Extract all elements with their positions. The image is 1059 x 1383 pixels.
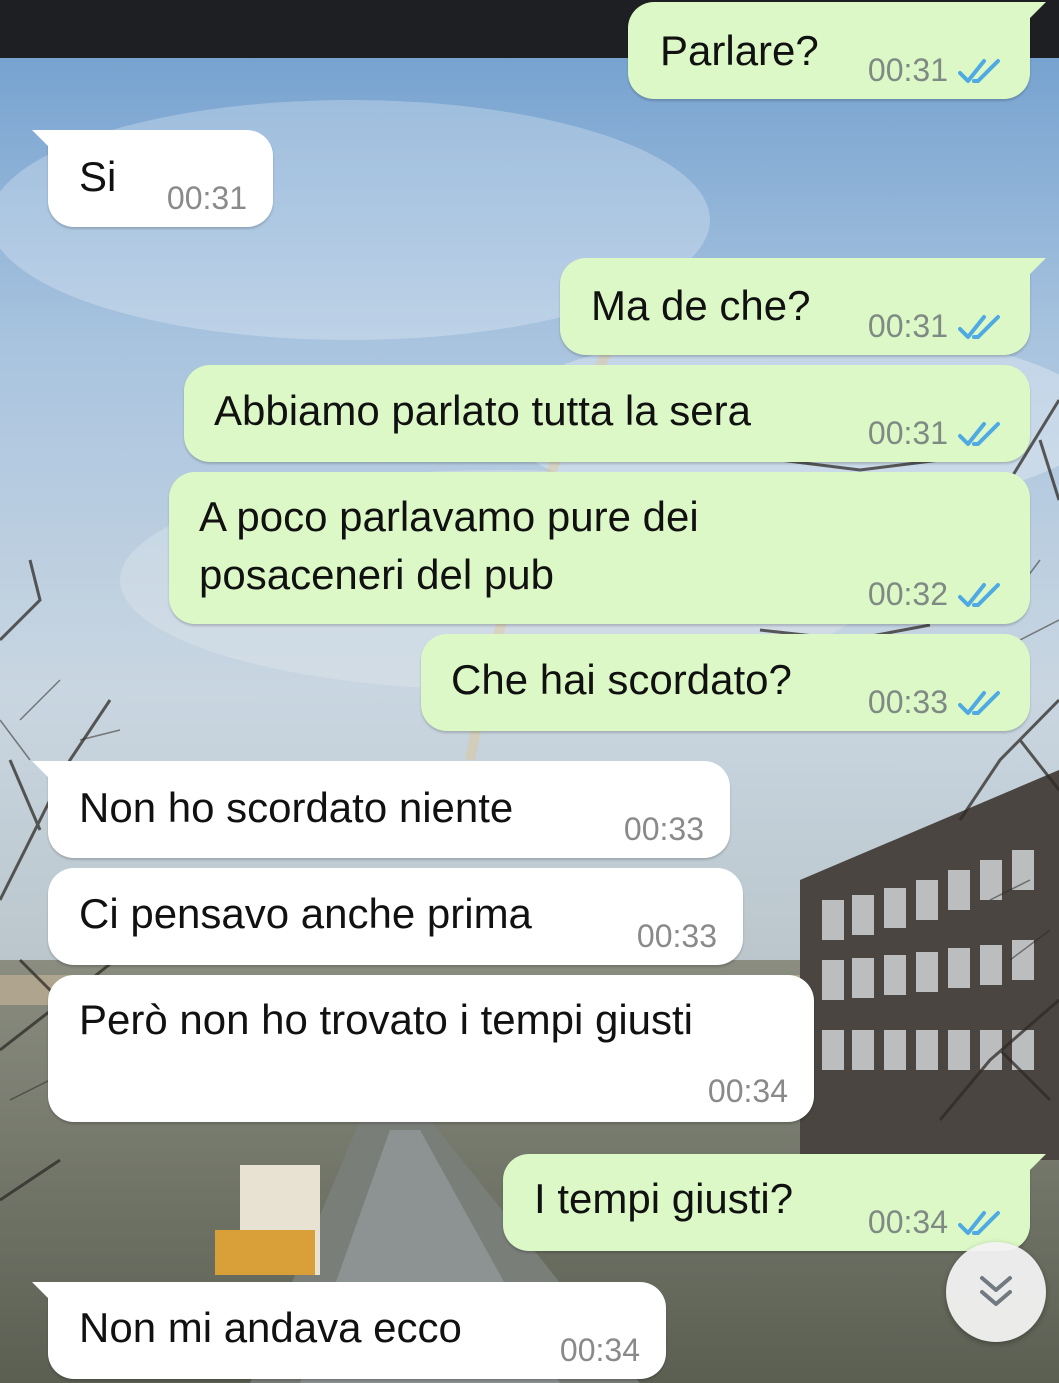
message-meta: 00:31 (868, 308, 1004, 345)
double-check-icon (958, 582, 1000, 607)
bubble-tail (32, 1282, 54, 1300)
message-bubble-outgoing[interactable]: Ma de che? 00:31 (560, 258, 1046, 355)
double-check-icon (958, 58, 1000, 83)
double-check-icon (958, 1210, 1000, 1235)
double-check-icon (958, 314, 1000, 339)
message-bubble-outgoing[interactable]: A poco parlavamo pure dei posaceneri del… (169, 472, 1030, 624)
scroll-to-bottom-button[interactable] (946, 1242, 1046, 1342)
message-time: 00:34 (707, 1073, 788, 1109)
message-meta: 00:31 (868, 415, 1004, 452)
message-meta: 00:31 (868, 52, 1004, 89)
double-check-icon (958, 421, 1000, 446)
bubble-tail (32, 130, 54, 148)
message-bubble-incoming[interactable]: Si 00:31 (32, 130, 273, 227)
message-bubble-incoming[interactable]: Ci pensavo anche prima 00:33 (48, 868, 743, 965)
bubble-tail (32, 761, 54, 779)
message-meta: 00:33 (637, 918, 717, 955)
message-meta: 00:31 (167, 180, 247, 217)
message-text: Non mi andava ecco (79, 1304, 462, 1351)
message-text: Abbiamo parlato tutta la sera (214, 387, 751, 434)
message-text: Non ho scordato niente (79, 784, 514, 831)
message-text: Ci pensavo anche prima (79, 890, 532, 937)
bubble-tail (1024, 1154, 1046, 1172)
message-time: 00:31 (166, 180, 247, 216)
message-text: I tempi giusti? (534, 1175, 794, 1222)
message-time: 00:34 (559, 1332, 640, 1368)
message-bubble-incoming[interactable]: Però non ho trovato i tempi giusti 00:34 (48, 975, 814, 1122)
message-meta: 00:34 (560, 1332, 640, 1369)
double-chevron-down-icon (980, 1276, 1012, 1306)
bubble-tail (1024, 2, 1046, 20)
message-text: Però non ho trovato i tempi giusti (79, 996, 694, 1043)
message-meta: 00:33 (868, 684, 1004, 721)
message-bubble-outgoing[interactable]: Che hai scordato? 00:33 (421, 634, 1030, 731)
message-time: 00:32 (867, 576, 948, 612)
message-bubble-outgoing[interactable]: I tempi giusti? 00:34 (503, 1154, 1046, 1251)
message-time: 00:31 (867, 415, 948, 451)
message-time: 00:33 (867, 684, 948, 720)
message-meta: 00:32 (868, 576, 1004, 613)
message-bubble-incoming[interactable]: Non mi andava ecco 00:34 (32, 1282, 666, 1379)
message-time: 00:33 (636, 918, 717, 954)
message-bubble-outgoing[interactable]: Abbiamo parlato tutta la sera 00:31 (184, 365, 1030, 462)
message-text: Parlare? (660, 27, 819, 74)
message-time: 00:31 (867, 52, 948, 88)
message-time: 00:34 (867, 1204, 948, 1240)
message-text: Che hai scordato? (451, 656, 792, 703)
chat-message-list[interactable]: Parlare? 00:31 Si 00:31 Ma de che? 00:31… (0, 0, 1059, 1383)
message-meta: 00:33 (624, 811, 704, 848)
message-bubble-outgoing[interactable]: Parlare? 00:31 (628, 2, 1046, 99)
message-time: 00:31 (867, 308, 948, 344)
message-text: Ma de che? (591, 282, 811, 329)
message-text: A poco parlavamo pure dei posaceneri del… (199, 493, 699, 598)
double-check-icon (958, 690, 1000, 715)
message-bubble-incoming[interactable]: Non ho scordato niente 00:33 (32, 761, 730, 858)
message-meta: 00:34 (868, 1204, 1004, 1241)
message-text: Si (79, 153, 117, 200)
message-time: 00:33 (623, 811, 704, 847)
bubble-tail (1024, 258, 1046, 276)
message-meta: 00:34 (708, 1073, 788, 1110)
